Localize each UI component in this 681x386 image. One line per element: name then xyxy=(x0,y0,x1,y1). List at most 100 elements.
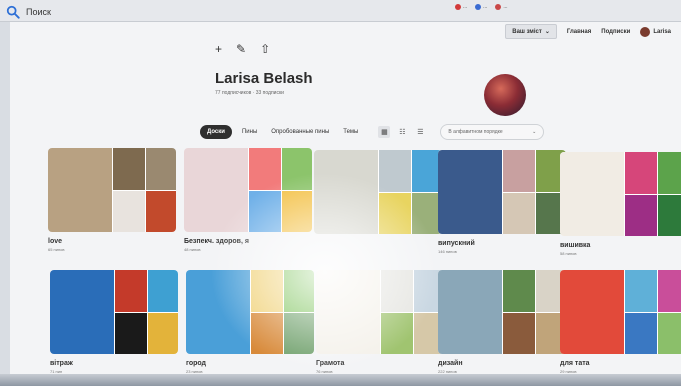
board-card[interactable] xyxy=(314,150,442,240)
tab-label: ... xyxy=(503,4,508,10)
pin-thumbnail xyxy=(249,148,281,190)
profile-name: Larisa Belash xyxy=(215,70,313,87)
board-pin-count: 65 пинов xyxy=(48,247,65,252)
tab-boards[interactable]: Доски xyxy=(200,125,232,139)
list-view-icon[interactable]: ☰ xyxy=(414,126,426,138)
pin-thumbnail xyxy=(113,148,145,190)
browser-tab[interactable]: ... xyxy=(495,4,508,10)
board-cover[interactable] xyxy=(314,150,442,234)
pin-thumbnail xyxy=(625,195,657,236)
board-card[interactable]: love 65 пинов xyxy=(48,148,176,252)
search-icon xyxy=(6,5,20,19)
board-card[interactable]: випускний 146 пинов xyxy=(438,150,566,254)
tab-favicon xyxy=(495,4,502,10)
browser-search[interactable]: Поиск xyxy=(6,4,421,19)
pin-thumbnail xyxy=(560,270,624,354)
pin-thumbnail xyxy=(146,191,176,232)
board-card[interactable]: дизайн 222 пинов xyxy=(438,270,566,374)
pin-thumbnail xyxy=(282,148,312,190)
board-cover[interactable] xyxy=(48,148,176,232)
tab-label: ... xyxy=(483,4,488,10)
pin-thumbnail xyxy=(186,270,250,354)
pin-thumbnail xyxy=(658,195,681,236)
pin-thumbnail xyxy=(146,148,176,190)
tab-tried[interactable]: Опробованные пины xyxy=(267,126,333,138)
pin-thumbnail xyxy=(560,152,624,236)
pin-thumbnail xyxy=(282,191,312,232)
pin-thumbnail xyxy=(438,150,502,234)
sort-label: В алфавитном порядке xyxy=(448,129,503,135)
pin-thumbnail xyxy=(184,148,248,232)
board-card[interactable]: вишивка 58 пинов xyxy=(560,152,681,256)
content-dropdown-label: Ваш зміст xyxy=(512,28,542,35)
board-card[interactable]: Безпекч. здоров, я 48 пинов xyxy=(184,148,312,252)
profile-followers[interactable]: 77 подписчиков · 33 подписки xyxy=(215,90,284,96)
pin-thumbnail xyxy=(251,313,283,354)
grid-view-icon[interactable]: ▦ xyxy=(378,126,391,138)
board-cover[interactable] xyxy=(184,148,312,232)
browser-tab[interactable]: ... xyxy=(455,4,467,10)
browser-tab[interactable]: ... xyxy=(475,4,487,10)
pin-thumbnail xyxy=(284,270,314,312)
pin-thumbnail xyxy=(381,313,413,354)
board-title: Безпекч. здоров, я xyxy=(184,238,249,245)
board-title: love xyxy=(48,238,63,245)
browser-toolbar: Поиск ... ... ... xyxy=(0,0,681,22)
pin-thumbnail xyxy=(503,150,535,192)
pin-thumbnail xyxy=(50,270,114,354)
pin-thumbnail xyxy=(503,313,535,354)
pin-thumbnail xyxy=(503,193,535,234)
content-dropdown[interactable]: Ваш зміст ⌄ xyxy=(505,24,557,39)
board-card[interactable]: город 23 пинов xyxy=(186,270,314,374)
board-cover[interactable] xyxy=(560,152,681,236)
add-icon[interactable]: + xyxy=(215,42,222,56)
pin-thumbnail xyxy=(316,270,380,354)
board-title: для тата xyxy=(560,360,590,367)
tab-label: ... xyxy=(463,4,468,10)
pin-thumbnail xyxy=(658,270,681,312)
taskbar-edge xyxy=(0,374,681,386)
board-card[interactable]: вітраж 71 пин xyxy=(50,270,178,374)
pin-thumbnail xyxy=(381,270,413,312)
tab-topics[interactable]: Темы xyxy=(339,126,362,138)
profile-tools: + ✎ ⇧ xyxy=(215,42,270,56)
edit-icon[interactable]: ✎ xyxy=(236,42,246,56)
nav-user-label: Larisa xyxy=(653,28,671,35)
share-icon[interactable]: ⇧ xyxy=(260,42,270,56)
nav-user[interactable]: Larisa xyxy=(640,26,671,37)
compact-grid-icon[interactable]: ☷ xyxy=(396,126,408,138)
pin-thumbnail xyxy=(379,150,411,192)
board-card[interactable]: Грамота 76 пинов xyxy=(316,270,444,374)
pin-thumbnail xyxy=(625,270,657,312)
chevron-down-icon: ⌄ xyxy=(544,29,550,35)
board-pin-count: 146 пинов xyxy=(438,249,457,254)
search-placeholder: Поиск xyxy=(26,6,51,17)
pin-thumbnail xyxy=(48,148,112,232)
board-cover[interactable] xyxy=(50,270,178,354)
pin-thumbnail xyxy=(148,270,178,312)
board-title: вишивка xyxy=(560,242,591,249)
board-title: дизайн xyxy=(438,360,463,367)
board-cover[interactable] xyxy=(316,270,444,354)
board-cover[interactable] xyxy=(186,270,314,354)
board-card[interactable]: для тата 29 пинов xyxy=(560,270,681,374)
pin-thumbnail xyxy=(115,270,147,312)
board-title: город xyxy=(186,360,207,367)
pin-thumbnail xyxy=(314,150,378,234)
nav-subscriptions[interactable]: Подписки xyxy=(601,29,630,35)
pin-thumbnail xyxy=(438,270,502,354)
nav-home[interactable]: Главная xyxy=(567,29,591,35)
pin-thumbnail xyxy=(249,191,281,232)
pin-thumbnail xyxy=(658,313,681,354)
board-cover[interactable] xyxy=(438,270,566,354)
board-cover[interactable] xyxy=(560,270,681,354)
board-title: Грамота xyxy=(316,360,345,367)
board-title: випускний xyxy=(438,240,475,247)
board-cover[interactable] xyxy=(438,150,566,234)
chevron-down-icon: ⌄ xyxy=(532,129,537,135)
pin-thumbnail xyxy=(379,193,411,234)
sort-dropdown[interactable]: В алфавитном порядке ⌄ xyxy=(440,124,545,140)
pin-thumbnail xyxy=(625,313,657,354)
pin-thumbnail xyxy=(113,191,145,232)
tab-pins[interactable]: Пины xyxy=(238,126,261,138)
